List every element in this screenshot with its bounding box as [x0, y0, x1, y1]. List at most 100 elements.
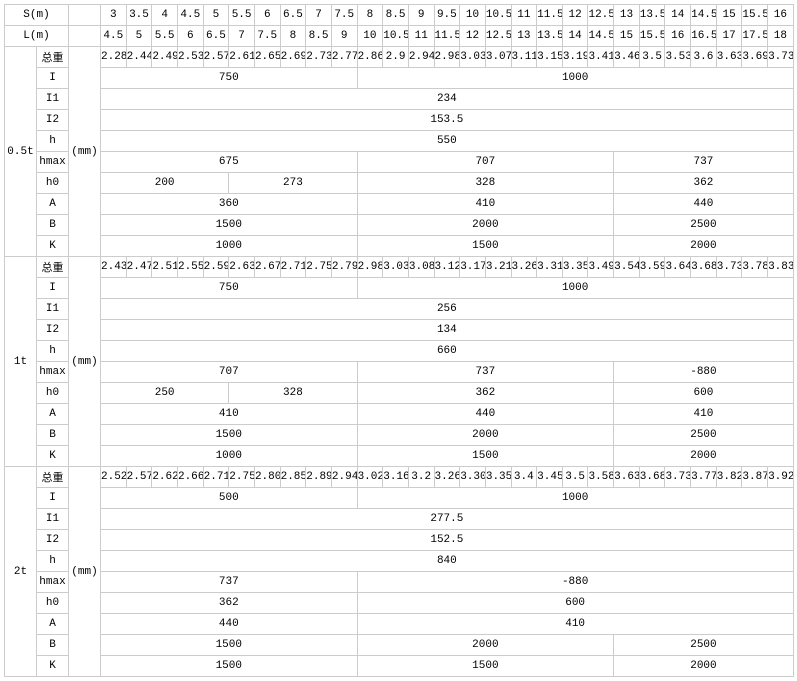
param-value: 500	[101, 488, 358, 509]
s-value: 15.5	[742, 5, 768, 26]
weight-value: 2.75	[229, 467, 255, 488]
s-value: 10.5	[485, 5, 511, 26]
l-value: 17	[716, 26, 742, 47]
weight-value: 2.47	[126, 257, 152, 278]
unit-label: (mm)	[69, 467, 101, 677]
param-label: I	[37, 68, 69, 89]
weight-value: 3.87	[742, 467, 768, 488]
param-value: 550	[101, 131, 794, 152]
s-value: 4	[152, 5, 178, 26]
weight-value: 2.69	[280, 47, 306, 68]
weight-value: 2.51	[152, 257, 178, 278]
param-value: 360	[101, 194, 358, 215]
l-value: 12.5	[485, 26, 511, 47]
s-value: 7.5	[331, 5, 357, 26]
param-value: 328	[357, 173, 614, 194]
weight-value: 3.03	[460, 47, 486, 68]
param-value: 2500	[614, 425, 794, 446]
s-value: 6.5	[280, 5, 306, 26]
param-value: 2000	[357, 215, 614, 236]
weight-value: 3.26	[511, 257, 537, 278]
weight-value: 2.73	[306, 47, 332, 68]
param-label: hmax	[37, 362, 69, 383]
spec-table: S(m)33.544.555.566.577.588.599.51010.511…	[4, 4, 794, 677]
l-value: 10.5	[383, 26, 409, 47]
param-value: 600	[357, 593, 793, 614]
param-value: 362	[614, 173, 794, 194]
weight-value: 2.49	[152, 47, 178, 68]
l-value: 9	[331, 26, 357, 47]
weight-value: 3.73	[665, 467, 691, 488]
weight-value: 3.78	[742, 257, 768, 278]
param-value: 707	[357, 152, 614, 173]
l-value: 6.5	[203, 26, 229, 47]
param-value: -880	[614, 362, 794, 383]
s-value: 5	[203, 5, 229, 26]
param-label: I	[37, 488, 69, 509]
param-label: B	[37, 215, 69, 236]
weight-value: 3.45	[537, 467, 563, 488]
l-label: L(m)	[5, 26, 69, 47]
weight-value: 2.55	[177, 257, 203, 278]
param-value: 410	[357, 194, 614, 215]
unit-label: (mm)	[69, 47, 101, 257]
param-label: K	[37, 446, 69, 467]
s-value: 11.5	[537, 5, 563, 26]
s-value: 10	[460, 5, 486, 26]
weight-value: 2.71	[280, 257, 306, 278]
param-value: 737	[614, 152, 794, 173]
param-value: -880	[357, 572, 793, 593]
l-value: 12	[460, 26, 486, 47]
param-label: h0	[37, 383, 69, 404]
param-label: h	[37, 551, 69, 572]
param-value: 440	[101, 614, 358, 635]
weight-value: 2.71	[203, 467, 229, 488]
weight-value: 2.98	[434, 47, 460, 68]
l-value: 15	[614, 26, 640, 47]
l-value: 13	[511, 26, 537, 47]
weight-value: 2.52	[101, 467, 127, 488]
weight-value: 3.19	[562, 47, 588, 68]
param-value: 2000	[614, 446, 794, 467]
param-value: 675	[101, 152, 358, 173]
weight-value: 2.53	[177, 47, 203, 68]
weight-value: 3.73	[716, 257, 742, 278]
l-value: 16	[665, 26, 691, 47]
param-value: 2000	[614, 656, 794, 677]
l-value: 15.5	[639, 26, 665, 47]
param-value: 840	[101, 551, 794, 572]
param-label: h0	[37, 173, 69, 194]
l-value: 14.5	[588, 26, 614, 47]
weight-value: 2.62	[152, 467, 178, 488]
weight-value: 2.77	[331, 47, 357, 68]
weight-value: 3.17	[460, 257, 486, 278]
weight-value: 3.5	[562, 467, 588, 488]
param-value: 277.5	[101, 509, 794, 530]
param-label: A	[37, 404, 69, 425]
param-label: I2	[37, 530, 69, 551]
l-value: 10	[357, 26, 383, 47]
weight-value: 3.53	[665, 47, 691, 68]
param-value: 750	[101, 278, 358, 299]
param-value: 256	[101, 299, 794, 320]
param-label: I2	[37, 320, 69, 341]
weight-value: 3.30	[460, 467, 486, 488]
weight-value: 3.35	[485, 467, 511, 488]
param-label: I1	[37, 299, 69, 320]
param-label: h0	[37, 593, 69, 614]
param-label: A	[37, 614, 69, 635]
l-value: 6	[177, 26, 203, 47]
s-value: 15	[716, 5, 742, 26]
weight-value: 3.69	[742, 47, 768, 68]
param-label: K	[37, 656, 69, 677]
param-value: 250	[101, 383, 229, 404]
l-value: 11.5	[434, 26, 460, 47]
param-value: 1500	[101, 215, 358, 236]
l-value: 5.5	[152, 26, 178, 47]
weight-value: 2.79	[331, 257, 357, 278]
s-value: 13.5	[639, 5, 665, 26]
weight-value: 3.21	[485, 257, 511, 278]
param-label: I1	[37, 509, 69, 530]
weight-value: 2.85	[280, 467, 306, 488]
weight-value: 3.64	[665, 257, 691, 278]
